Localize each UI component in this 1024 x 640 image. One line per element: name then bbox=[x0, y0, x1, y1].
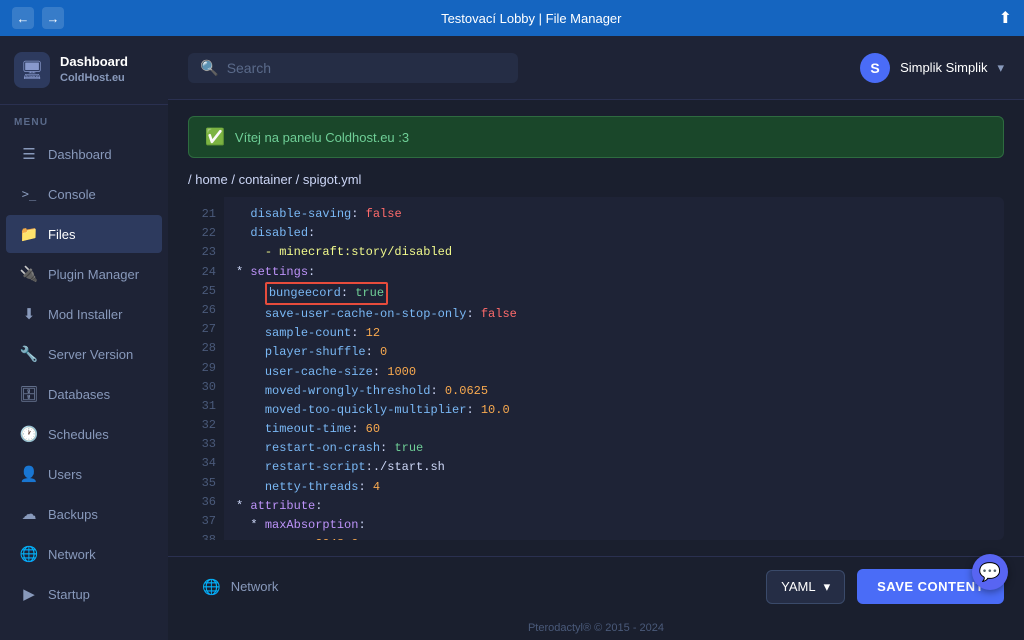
code-line: user-cache-size: 1000 bbox=[236, 363, 992, 382]
code-line: player-shuffle: 0 bbox=[236, 343, 992, 362]
sidebar-item-label: Dashboard bbox=[48, 147, 112, 162]
sidebar-item-label: Startup bbox=[48, 587, 90, 602]
footer: Pterodactyl® © 2015 - 2024 bbox=[168, 616, 1024, 640]
search-icon: 🔍 bbox=[200, 59, 219, 77]
code-line: sample-count: 12 bbox=[236, 324, 992, 343]
databases-icon: 🗄 bbox=[20, 385, 38, 403]
sidebar-item-files[interactable]: 📁 Files bbox=[6, 215, 162, 253]
sidebar-item-label: Plugin Manager bbox=[48, 267, 139, 282]
nav-buttons: ← → bbox=[12, 7, 64, 29]
code-line: moved-too-quickly-multiplier: 10.0 bbox=[236, 401, 992, 420]
code-line: netty-threads: 4 bbox=[236, 478, 992, 497]
window-actions: ⬆ bbox=[999, 8, 1012, 28]
content-area: 🔍 S Simplik Simplik ▾ ✅ Vítej na panelu … bbox=[168, 36, 1024, 640]
breadcrumb: / home / container / spigot.yml bbox=[188, 172, 1004, 187]
footer-text: Pterodactyl® © 2015 - 2024 bbox=[528, 622, 664, 634]
user-section[interactable]: S Simplik Simplik ▾ bbox=[860, 53, 1004, 83]
sidebar-logo: 🖥 Dashboard ColdHost.eu bbox=[0, 36, 168, 105]
startup-icon: ▶ bbox=[20, 585, 38, 603]
mod-icon: ⬇ bbox=[20, 305, 38, 323]
notification-banner: ✅ Vítej na panelu Coldhost.eu :3 bbox=[188, 116, 1004, 158]
server-icon: 🔧 bbox=[20, 345, 38, 363]
schedules-icon: 🕐 bbox=[20, 425, 38, 443]
code-line: moved-wrongly-threshold: 0.0625 bbox=[236, 382, 992, 401]
menu-label: MENU bbox=[0, 105, 168, 134]
share-button[interactable]: ⬆ bbox=[999, 8, 1012, 28]
notification-text: Vítej na panelu Coldhost.eu :3 bbox=[235, 130, 409, 145]
network-bottom-item[interactable]: 🌐 Network bbox=[188, 570, 292, 604]
code-line: restart-on-crash: true bbox=[236, 439, 992, 458]
sidebar-item-label: Users bbox=[48, 467, 82, 482]
sidebar-item-startup[interactable]: ▶ Startup bbox=[6, 575, 162, 613]
files-icon: 📁 bbox=[20, 225, 38, 243]
sidebar-item-label: Console bbox=[48, 187, 96, 202]
avatar: S bbox=[860, 53, 890, 83]
chevron-down-icon: ▾ bbox=[997, 60, 1004, 76]
sidebar-item-label: Network bbox=[48, 547, 96, 562]
code-line: bungeecord: true bbox=[236, 282, 992, 305]
code-line: * attribute: bbox=[236, 497, 992, 516]
logo-text: Dashboard ColdHost.eu bbox=[60, 54, 128, 85]
sidebar-item-users[interactable]: 👤 Users bbox=[6, 455, 162, 493]
logo-icon: 🖥 bbox=[14, 52, 50, 88]
network-icon: 🌐 bbox=[20, 545, 38, 563]
yaml-chevron-icon: ▾ bbox=[824, 579, 831, 595]
sidebar-item-label: Mod Installer bbox=[48, 307, 122, 322]
sidebar-item-server-version[interactable]: 🔧 Server Version bbox=[6, 335, 162, 373]
line-numbers: 2122232425262728293031323334353637383940… bbox=[188, 197, 224, 540]
code-line: * maxAbsorption: bbox=[236, 516, 992, 535]
window-title: Testovací Lobby | File Manager bbox=[441, 11, 621, 26]
code-line: max: 2048.0 bbox=[236, 535, 992, 540]
back-button[interactable]: ← bbox=[12, 7, 34, 29]
search-input[interactable] bbox=[227, 60, 506, 76]
code-line: save-user-cache-on-stop-only: false bbox=[236, 305, 992, 324]
bottom-bar: 🌐 Network YAML ▾ SAVE CONTENT bbox=[168, 556, 1024, 616]
code-line: disabled: bbox=[236, 224, 992, 243]
backups-icon: ☁ bbox=[20, 505, 38, 523]
users-icon: 👤 bbox=[20, 465, 38, 483]
top-bar: 🔍 S Simplik Simplik ▾ bbox=[168, 36, 1024, 100]
sidebar-item-label: Files bbox=[48, 227, 75, 242]
dashboard-icon: ☰ bbox=[20, 145, 38, 163]
editor-content: 2122232425262728293031323334353637383940… bbox=[188, 197, 1004, 540]
plugin-icon: 🔌 bbox=[20, 265, 38, 283]
sidebar-item-network[interactable]: 🌐 Network bbox=[6, 535, 162, 573]
code-line: * settings: bbox=[236, 263, 992, 282]
network-bottom-label: Network bbox=[231, 579, 279, 594]
yaml-select[interactable]: YAML ▾ bbox=[766, 570, 845, 604]
code-line: disable-saving: false bbox=[236, 205, 992, 224]
sidebar-item-label: Server Version bbox=[48, 347, 133, 362]
bottom-actions: YAML ▾ SAVE CONTENT bbox=[766, 569, 1004, 604]
network-bottom-icon: 🌐 bbox=[202, 578, 221, 596]
code-line: restart-script:./start.sh bbox=[236, 458, 992, 477]
forward-button[interactable]: → bbox=[42, 7, 64, 29]
search-box[interactable]: 🔍 bbox=[188, 53, 518, 83]
sidebar-item-label: Databases bbox=[48, 387, 110, 402]
title-bar: ← → Testovací Lobby | File Manager ⬆ bbox=[0, 0, 1024, 36]
user-name: Simplik Simplik bbox=[900, 60, 987, 75]
code-line: - minecraft:story/disabled bbox=[236, 243, 992, 262]
sidebar-item-mod-installer[interactable]: ⬇ Mod Installer bbox=[6, 295, 162, 333]
sidebar-item-console[interactable]: >_ Console bbox=[6, 175, 162, 213]
sidebar-item-databases[interactable]: 🗄 Databases bbox=[6, 375, 162, 413]
sidebar: 🖥 Dashboard ColdHost.eu MENU ☰ Dashboard… bbox=[0, 36, 168, 640]
check-icon: ✅ bbox=[205, 127, 225, 147]
sidebar-item-label: Schedules bbox=[48, 427, 109, 442]
sidebar-item-dashboard[interactable]: ☰ Dashboard bbox=[6, 135, 162, 173]
code-line: timeout-time: 60 bbox=[236, 420, 992, 439]
file-editor: 2122232425262728293031323334353637383940… bbox=[188, 197, 1004, 540]
sidebar-item-plugin-manager[interactable]: 🔌 Plugin Manager bbox=[6, 255, 162, 293]
content-inner: ✅ Vítej na panelu Coldhost.eu :3 / home … bbox=[168, 100, 1024, 556]
sidebar-item-label: Backups bbox=[48, 507, 98, 522]
sidebar-item-schedules[interactable]: 🕐 Schedules bbox=[6, 415, 162, 453]
discord-button[interactable]: 💬 bbox=[972, 554, 1008, 590]
yaml-label: YAML bbox=[781, 579, 815, 594]
sidebar-item-backups[interactable]: ☁ Backups bbox=[6, 495, 162, 533]
code-content[interactable]: disable-saving: false disabled: - minecr… bbox=[224, 197, 1004, 540]
console-icon: >_ bbox=[20, 185, 38, 203]
